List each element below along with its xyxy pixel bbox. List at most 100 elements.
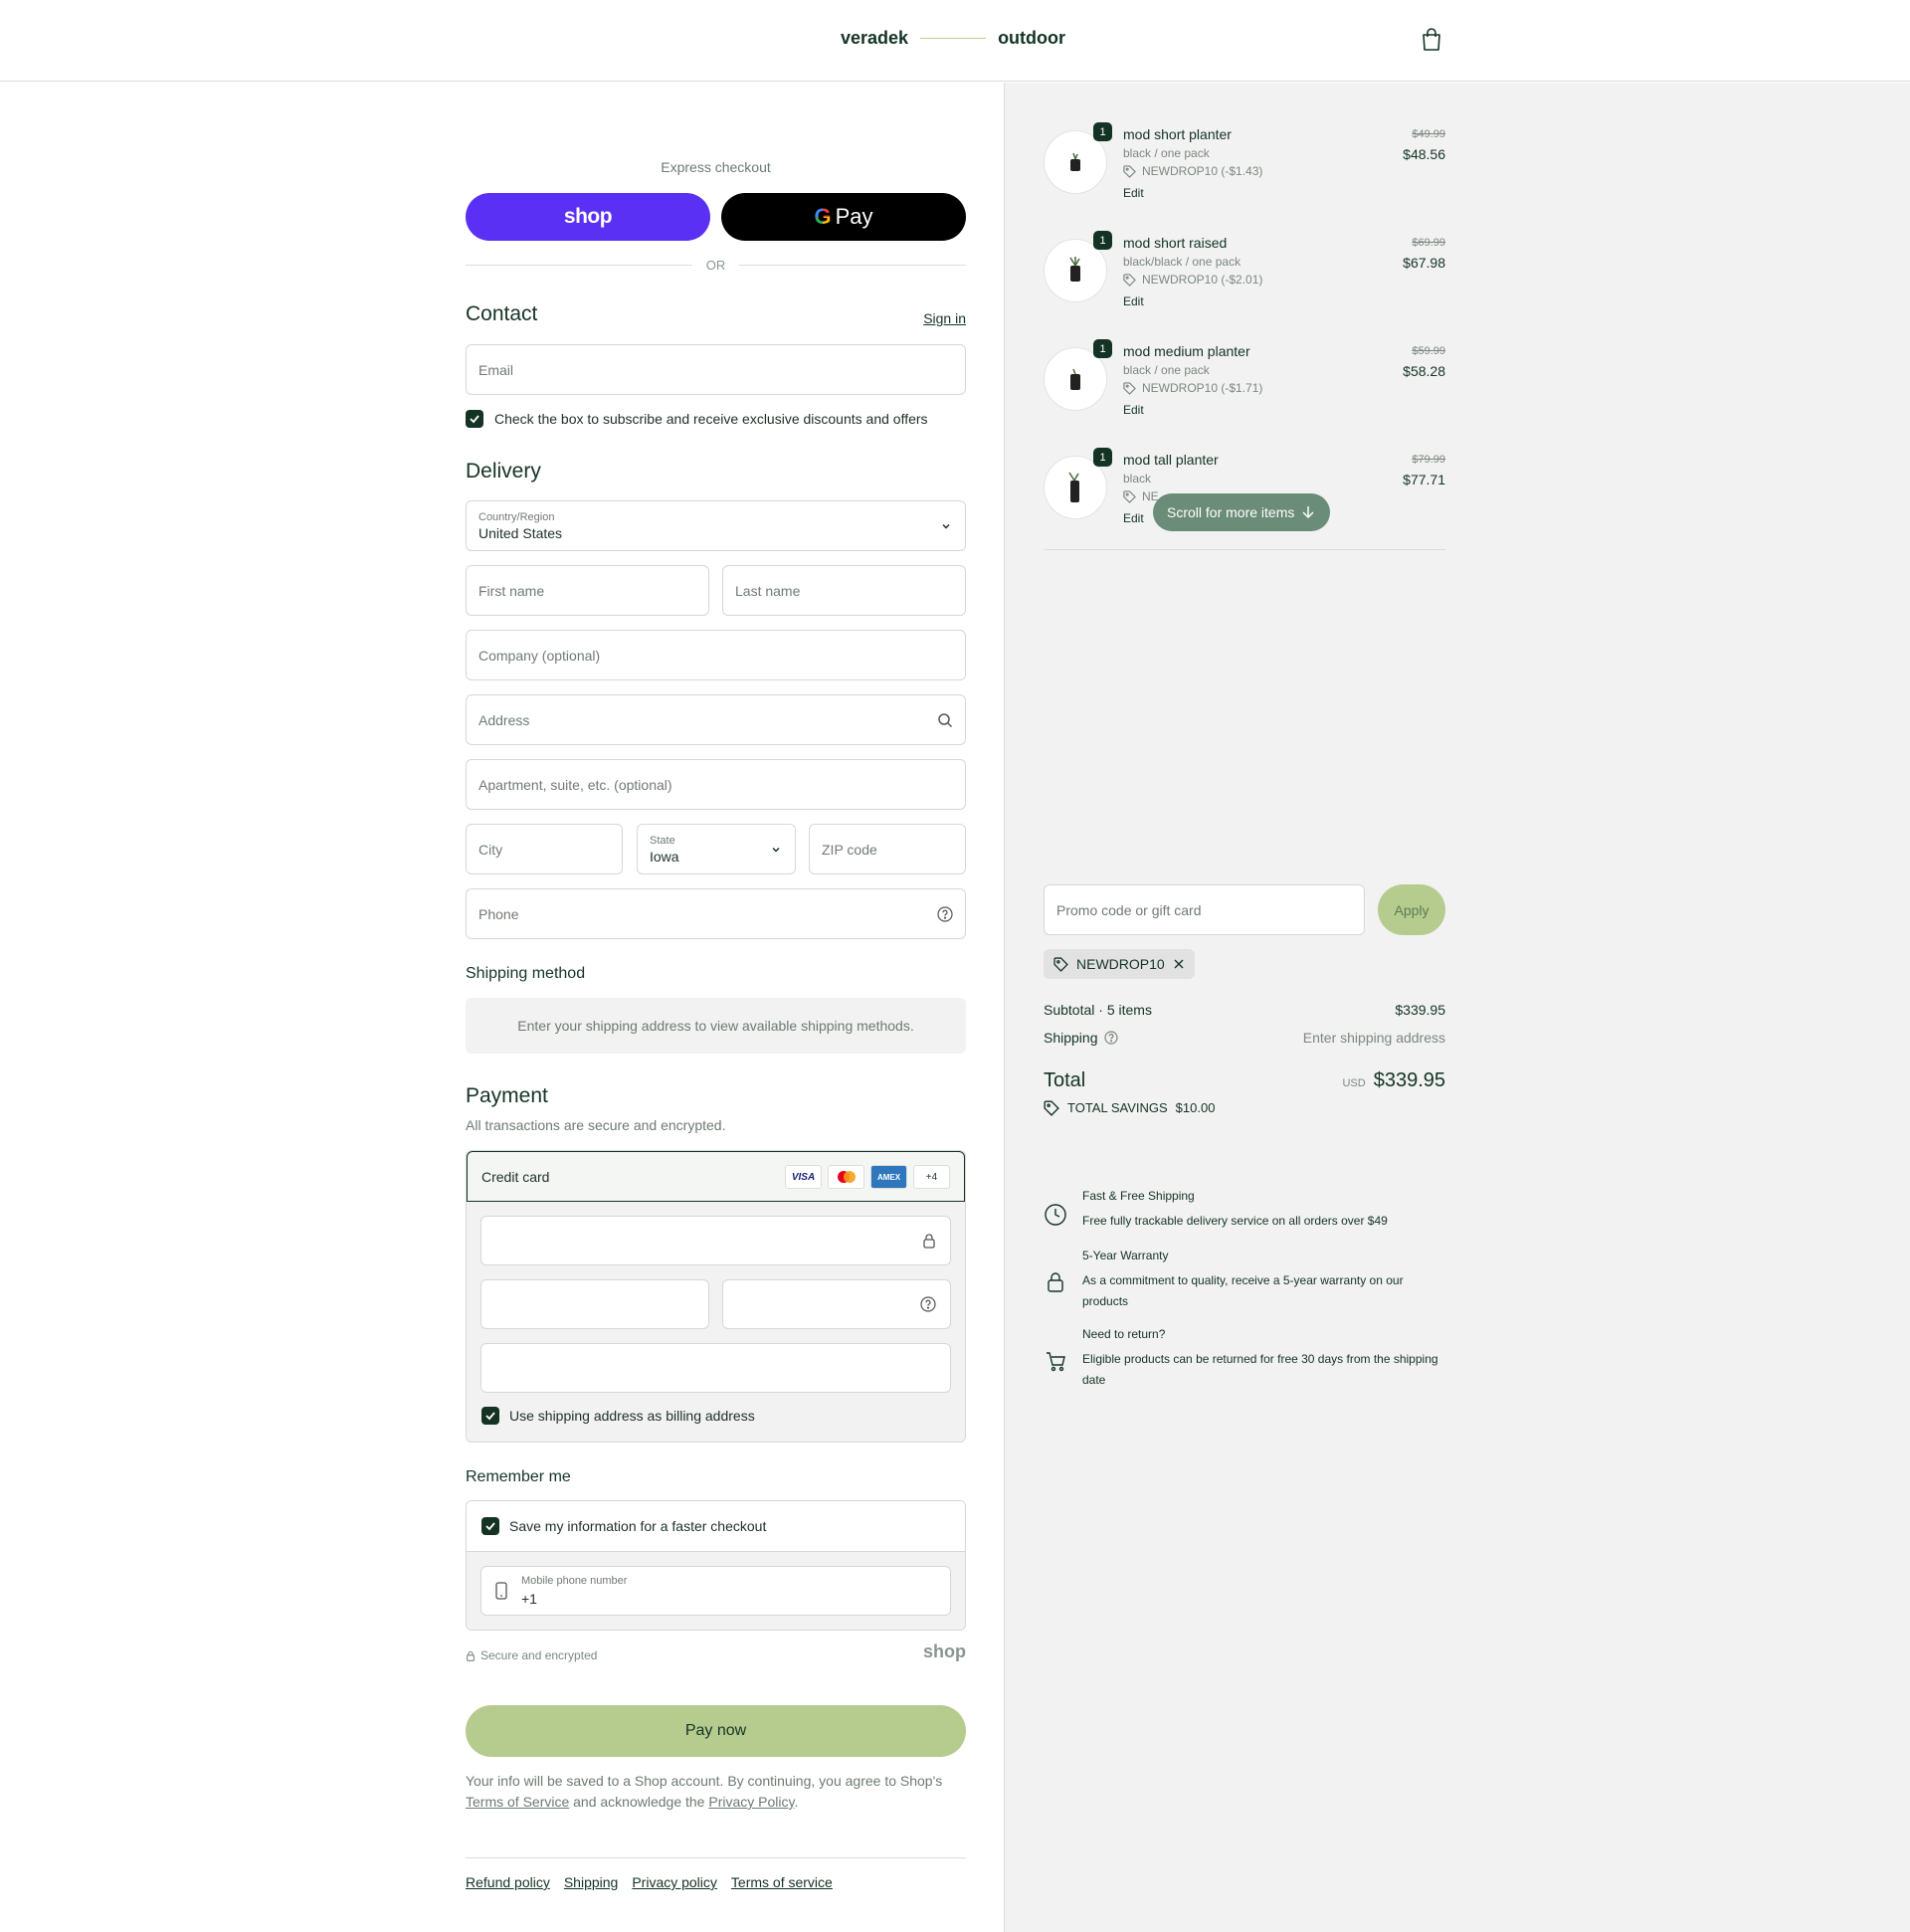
subscribe-label: Check the box to subscribe and receive e… xyxy=(494,411,928,427)
perk-returns: Need to return? Eligible products can be… xyxy=(1044,1327,1445,1407)
subtotal-row: Subtotal · 5 items $339.95 xyxy=(1044,1002,1445,1018)
save-info-checkbox[interactable] xyxy=(481,1517,499,1535)
subscribe-checkbox[interactable] xyxy=(466,410,483,428)
header: veradek outdoor xyxy=(0,0,1910,82)
payment-heading: Payment xyxy=(466,1084,548,1107)
credit-card-option[interactable]: Credit card VISA AMEX +4 xyxy=(467,1151,965,1202)
apartment-field[interactable]: Apartment, suite, etc. (optional) xyxy=(466,759,966,810)
help-icon[interactable] xyxy=(937,906,953,922)
remember-heading: Remember me xyxy=(466,1468,571,1485)
quantity-badge: 1 xyxy=(1093,231,1112,250)
planter-image-icon xyxy=(1070,152,1080,171)
first-name-field[interactable]: First name xyxy=(466,565,709,616)
edit-item-link[interactable]: Edit xyxy=(1123,294,1144,308)
perk-text: Free fully trackable delivery service on… xyxy=(1082,1214,1388,1228)
quantity-badge: 1 xyxy=(1093,122,1112,141)
terms-of-service-link[interactable]: Terms of service xyxy=(731,1874,833,1890)
google-g-icon: G xyxy=(814,204,832,229)
subtotal-value: $339.95 xyxy=(1395,1002,1445,1018)
shipping-policy-link[interactable]: Shipping xyxy=(564,1874,619,1890)
close-icon[interactable] xyxy=(1173,958,1185,970)
tag-icon xyxy=(1123,164,1136,178)
delivery-heading: Delivery xyxy=(466,460,541,483)
company-field[interactable]: Company (optional) xyxy=(466,630,966,680)
legal-text: Your info will be saved to a Shop accoun… xyxy=(466,1773,943,1810)
chevron-down-icon xyxy=(942,523,950,529)
item-discount: NEWDROP10 (-$2.01) xyxy=(1123,273,1262,287)
apply-button[interactable]: Apply xyxy=(1378,884,1445,935)
item-name: mod short planter xyxy=(1123,126,1232,142)
city-field[interactable]: City xyxy=(466,824,623,874)
email-field[interactable]: Email xyxy=(466,344,966,395)
amex-icon: AMEX xyxy=(870,1165,907,1189)
perk-title: 5-Year Warranty xyxy=(1082,1249,1169,1262)
tag-icon xyxy=(1123,489,1136,503)
brand-right: outdoor xyxy=(998,28,1066,48)
last-name-field[interactable]: Last name xyxy=(722,565,966,616)
chevron-down-icon xyxy=(772,847,780,853)
billing-same-checkbox[interactable] xyxy=(481,1407,499,1425)
original-price: $79.99 xyxy=(1412,454,1445,466)
edit-item-link[interactable]: Edit xyxy=(1123,403,1144,417)
privacy-link[interactable]: Privacy Policy xyxy=(708,1794,794,1810)
promo-code-input[interactable]: Promo code or gift card xyxy=(1044,884,1365,935)
card-brands: VISA AMEX +4 xyxy=(785,1165,950,1189)
item-variant: black xyxy=(1123,472,1152,485)
express-checkout-label: Express checkout xyxy=(661,159,771,175)
refund-policy-link[interactable]: Refund policy xyxy=(466,1874,550,1890)
phone-field[interactable]: Phone xyxy=(466,888,966,939)
total-label: Total xyxy=(1044,1069,1086,1091)
contact-heading: Contact xyxy=(466,302,538,325)
lock-icon xyxy=(467,1650,475,1661)
edit-item-link[interactable]: Edit xyxy=(1123,511,1144,525)
search-icon xyxy=(938,713,953,728)
help-icon[interactable] xyxy=(1103,1031,1118,1045)
shipping-label: Shipping xyxy=(1044,1030,1098,1046)
state-select[interactable]: State Iowa xyxy=(637,824,796,874)
card-number-input[interactable] xyxy=(480,1216,951,1265)
shipping-value: Enter shipping address xyxy=(1302,1030,1445,1046)
expiry-input[interactable] xyxy=(480,1279,709,1329)
perk-text: As a commitment to quality, receive a 5-… xyxy=(1082,1273,1404,1308)
country-select[interactable]: Country/Region United States xyxy=(466,500,966,551)
shopping-bag-icon[interactable] xyxy=(1421,28,1442,52)
edit-item-link[interactable]: Edit xyxy=(1123,186,1144,200)
total-value: $339.95 xyxy=(1373,1069,1445,1091)
applied-discount-tag: NEWDROP10 xyxy=(1044,949,1195,979)
item-variant: black / one pack xyxy=(1123,363,1210,377)
original-price: $49.99 xyxy=(1412,128,1445,140)
item-price: $77.71 xyxy=(1403,472,1445,487)
sign-in-link[interactable]: Sign in xyxy=(923,310,966,326)
shipping-method-heading: Shipping method xyxy=(466,965,586,982)
mobile-phone-input[interactable]: Mobile phone number +1 xyxy=(480,1566,951,1616)
remember-me-box: Save my information for a faster checkou… xyxy=(466,1500,966,1631)
mastercard-icon xyxy=(828,1165,864,1189)
google-pay-button[interactable]: G Pay xyxy=(721,193,966,241)
scroll-more-button[interactable]: Scroll for more items xyxy=(1153,493,1331,531)
terms-link[interactable]: Terms of Service xyxy=(466,1794,569,1810)
check-icon xyxy=(470,415,479,424)
check-icon xyxy=(485,1522,495,1531)
quantity-badge: 1 xyxy=(1093,448,1112,467)
perk-warranty: 5-Year Warranty As a commitment to quali… xyxy=(1044,1249,1445,1328)
perk-title: Fast & Free Shipping xyxy=(1082,1189,1195,1203)
store-logo[interactable]: veradek outdoor xyxy=(841,28,1065,49)
planter-image-icon xyxy=(1070,368,1080,390)
name-on-card-input[interactable] xyxy=(480,1343,951,1393)
phone-section: Mobile phone number +1 xyxy=(467,1552,965,1630)
item-variant: black / one pack xyxy=(1123,146,1210,160)
perk-shipping: Fast & Free Shipping Free fully trackabl… xyxy=(1044,1189,1445,1249)
subtotal-label: Subtotal · 5 items xyxy=(1044,1002,1152,1018)
line-item: 1 mod short raised black/black / one pac… xyxy=(1044,231,1445,320)
security-code-input[interactable] xyxy=(722,1279,951,1329)
address-field[interactable]: Address xyxy=(466,694,966,745)
privacy-policy-link[interactable]: Privacy policy xyxy=(632,1874,717,1890)
zip-field[interactable]: ZIP code xyxy=(809,824,966,874)
savings-value: $10.00 xyxy=(1175,1100,1216,1115)
tag-icon xyxy=(1044,1100,1059,1116)
pay-now-button[interactable]: Pay now xyxy=(466,1705,966,1757)
or-divider: OR xyxy=(466,258,966,273)
help-icon[interactable] xyxy=(920,1296,936,1312)
shop-pay-button[interactable]: shop xyxy=(466,193,710,241)
quantity-badge: 1 xyxy=(1093,339,1112,358)
